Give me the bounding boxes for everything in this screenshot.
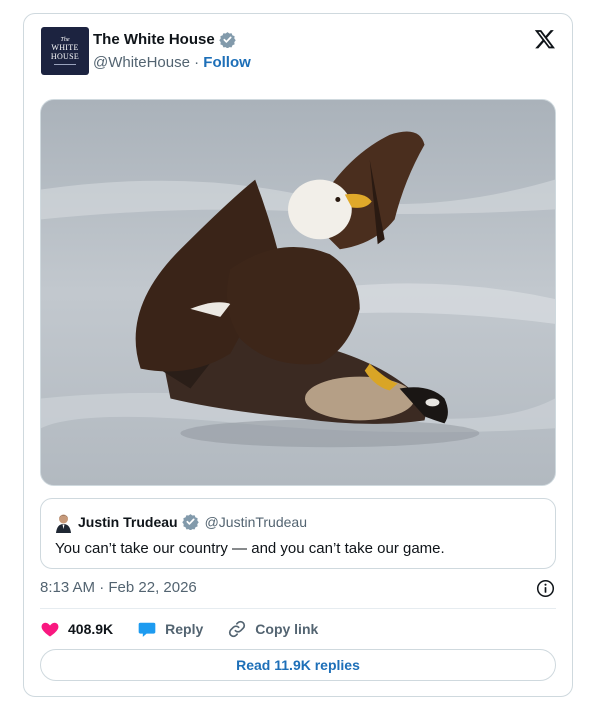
copy-link-label: Copy link (255, 621, 319, 637)
quoted-tweet[interactable]: Justin Trudeau @JustinTrudeau You can’t … (40, 498, 556, 569)
author-handle[interactable]: @WhiteHouse (93, 54, 190, 71)
handle-separator: · (194, 54, 200, 71)
verified-badge-icon (218, 32, 236, 48)
like-count: 408.9K (68, 621, 114, 637)
author-name-row: The White House (93, 31, 236, 48)
trudeau-avatar[interactable] (55, 513, 72, 533)
like-button[interactable]: 408.9K (40, 619, 113, 639)
avatar-text-house: HOUSE (50, 52, 80, 61)
read-replies-button[interactable]: Read 11.9K replies (40, 649, 556, 681)
tweet-actions: 408.9K Reply Copy link (40, 618, 342, 640)
bald-eagle-photo (41, 100, 555, 485)
x-logo-icon[interactable] (534, 28, 556, 50)
tweet-media[interactable] (40, 99, 556, 486)
link-icon (229, 620, 246, 638)
author-name[interactable]: The White House (93, 31, 215, 48)
heart-icon (41, 622, 59, 637)
quoted-author-handle[interactable]: @JustinTrudeau (205, 514, 307, 530)
avatar-text-white: WHITE (51, 43, 79, 52)
reply-bubble-icon (138, 622, 156, 637)
divider (40, 608, 556, 609)
quoted-tweet-text: You can’t take our country — and you can… (55, 540, 445, 557)
tweet-meta: 8:13 AM · Feb 22, 2026 (40, 579, 556, 601)
tweet-card: The WHITE HOUSE The White House @WhiteHo… (23, 13, 573, 697)
follow-button[interactable]: Follow (203, 54, 251, 71)
info-icon[interactable] (536, 579, 555, 598)
quoted-author-name[interactable]: Justin Trudeau (78, 514, 178, 530)
copy-link-button[interactable]: Copy link (227, 619, 318, 639)
quoted-author-row: Justin Trudeau @JustinTrudeau (78, 513, 307, 530)
reply-label: Reply (165, 621, 204, 637)
white-house-avatar[interactable]: The WHITE HOUSE (41, 27, 89, 75)
quoted-verified-badge-icon (181, 514, 199, 530)
reply-button[interactable]: Reply (137, 619, 203, 639)
avatar-rule (54, 64, 76, 65)
tweet-timestamp[interactable]: 8:13 AM · Feb 22, 2026 (40, 579, 197, 596)
author-handle-row: @WhiteHouse · Follow (93, 54, 251, 71)
